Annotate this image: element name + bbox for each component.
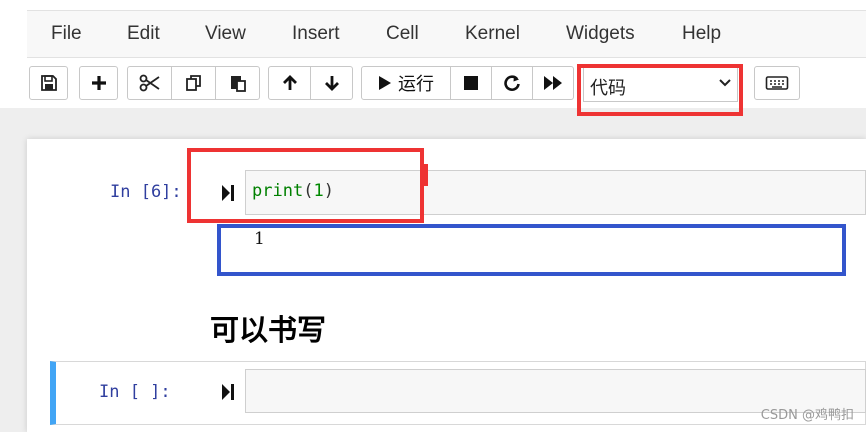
paste-icon [230,76,246,92]
stop-icon [464,76,478,90]
markdown-heading: 可以书写 [210,313,327,347]
annotation-red-tab [422,164,428,186]
menu-view[interactable]: View [205,23,246,45]
run-empty-cell-icon[interactable] [221,383,235,401]
notebook-header: File Edit View Insert Cell Kernel Widget… [0,0,866,108]
stop-button[interactable] [450,66,492,100]
code-argument: 1 [313,181,324,201]
cell-prompt: In [6]: [110,182,182,202]
cell-type-value: 代码 [590,78,626,99]
cut-button[interactable] [127,66,172,100]
copy-icon [185,75,201,91]
menu-bar: File Edit View Insert Cell Kernel Widget… [27,10,866,58]
run-label: 运行 [398,74,434,95]
code-function: print [252,181,304,201]
keyboard-icon [765,76,789,90]
menu-edit[interactable]: Edit [127,23,160,45]
menu-help[interactable]: Help [682,23,721,45]
floppy-disk-icon [40,75,57,91]
code-paren-close: ) [323,181,334,201]
empty-cell-prompt: In [ ]: [99,382,171,402]
save-button[interactable] [29,66,68,100]
chevron-down-icon [719,79,731,87]
run-cell-icon[interactable] [221,184,235,202]
run-button[interactable]: 运行 [361,66,451,100]
code-cell-input[interactable]: print(1) [245,170,866,215]
cell-output: 1 [254,229,265,249]
menu-insert[interactable]: Insert [292,23,340,45]
code-line: print(1) [252,181,334,201]
paste-button[interactable] [215,66,260,100]
restart-icon [504,75,520,91]
menu-widgets[interactable]: Widgets [566,23,635,45]
command-palette-button[interactable] [754,66,800,100]
move-down-button[interactable] [310,66,353,100]
scissors-icon [139,74,160,92]
cell-type-select[interactable]: 代码 [583,66,738,102]
toolbar: 运行 代码 [0,62,866,108]
code-paren-open: ( [303,181,314,201]
fast-forward-icon [544,76,562,90]
plus-icon [91,76,106,90]
play-icon [379,76,391,90]
copy-button[interactable] [171,66,216,100]
menu-kernel[interactable]: Kernel [465,23,520,45]
restart-run-all-button[interactable] [532,66,574,100]
menu-file[interactable]: File [51,23,82,45]
menu-cell[interactable]: Cell [386,23,419,45]
arrow-up-icon [282,75,297,90]
move-up-button[interactable] [268,66,311,100]
insert-cell-button[interactable] [79,66,118,100]
watermark: CSDN @鸡鸭扣 [760,408,854,423]
arrow-down-icon [324,76,339,91]
restart-button[interactable] [491,66,533,100]
